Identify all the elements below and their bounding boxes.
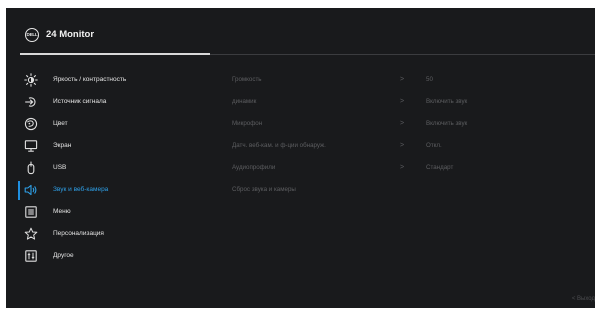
sidebar-item-label: Экран <box>53 142 72 149</box>
sidebar-item-brightness[interactable]: Яркость / контрастность <box>18 70 218 91</box>
row-label: Сброс звука и камеры <box>232 186 296 193</box>
submenu-row-reset-audio[interactable]: Сброс звука и камеры <box>232 180 492 201</box>
sidebar-item-color[interactable]: Цвет <box>18 114 218 135</box>
row-label: Микрофон <box>232 120 263 127</box>
speaker-icon <box>24 183 38 197</box>
dell-logo: DELL <box>25 28 39 42</box>
chevron-right-icon: > <box>400 142 405 149</box>
chevron-right-icon: > <box>400 98 405 105</box>
row-label: Датч. веб-кам. и ф-ции обнаруж. <box>232 142 326 149</box>
sidebar-item-label: Яркость / контрастность <box>53 76 127 83</box>
star-icon <box>24 227 38 241</box>
sidebar-item-label: USB <box>53 164 67 171</box>
active-indicator <box>18 181 20 200</box>
row-value: Включить звук <box>426 120 468 127</box>
color-icon <box>24 117 38 131</box>
brightness-icon <box>24 73 38 87</box>
row-value: 50 <box>426 76 433 83</box>
row-label: динамик <box>232 98 257 105</box>
sidebar-item-menu[interactable]: Меню <box>18 202 218 223</box>
row-label: Громкость <box>232 76 262 83</box>
row-value: Включить звук <box>426 98 468 105</box>
sidebar-item-input-source[interactable]: Источник сигнала <box>18 92 218 113</box>
submenu-row-webcam-sensor[interactable]: Датч. веб-кам. и ф-ции обнаруж. > Откл. <box>232 136 492 157</box>
submenu-row-audio-profiles[interactable]: Аудиопрофили > Стандарт <box>232 158 492 179</box>
sidebar-item-label: Звук и веб-камера <box>53 186 109 193</box>
chevron-right-icon: > <box>400 76 405 83</box>
exit-button[interactable]: < Выход <box>572 294 595 304</box>
osd-header: DELL 24 Monitor <box>6 8 595 55</box>
monitor-osd: DELL 24 Monitor Яркость / контрастность … <box>6 8 595 308</box>
display-icon <box>24 139 38 153</box>
monitor-title: 24 Monitor <box>46 29 95 40</box>
sidebar-item-personalize[interactable]: Персонализация <box>18 224 218 245</box>
header-divider-highlight <box>20 53 210 55</box>
submenu-row-speaker[interactable]: динамик > Включить звук <box>232 92 492 113</box>
row-value: Стандарт <box>426 164 454 171</box>
usb-icon <box>24 161 38 175</box>
submenu-row-microphone[interactable]: Микрофон > Включить звук <box>232 114 492 135</box>
sidebar-item-label: Цвет <box>53 120 68 127</box>
sidebar-item-label: Источник сигнала <box>53 98 107 105</box>
chevron-right-icon: > <box>400 164 405 171</box>
sidebar-item-audio-webcam[interactable]: Звук и веб-камера <box>18 180 218 201</box>
sidebar-item-label: Персонализация <box>53 230 104 237</box>
menu-icon <box>24 205 38 219</box>
input-source-icon <box>24 95 38 109</box>
row-label: Аудиопрофили <box>232 164 276 171</box>
row-value: Откл. <box>426 142 442 149</box>
chevron-right-icon: > <box>400 120 405 127</box>
sidebar-item-label: Другое <box>53 252 74 259</box>
other-icon <box>24 249 38 263</box>
sidebar-item-usb[interactable]: USB <box>18 158 218 179</box>
submenu-row-volume[interactable]: Громкость > 50 <box>232 70 492 91</box>
sidebar-item-label: Меню <box>53 208 71 215</box>
sidebar-item-display[interactable]: Экран <box>18 136 218 157</box>
sidebar-item-other[interactable]: Другое <box>18 246 218 267</box>
